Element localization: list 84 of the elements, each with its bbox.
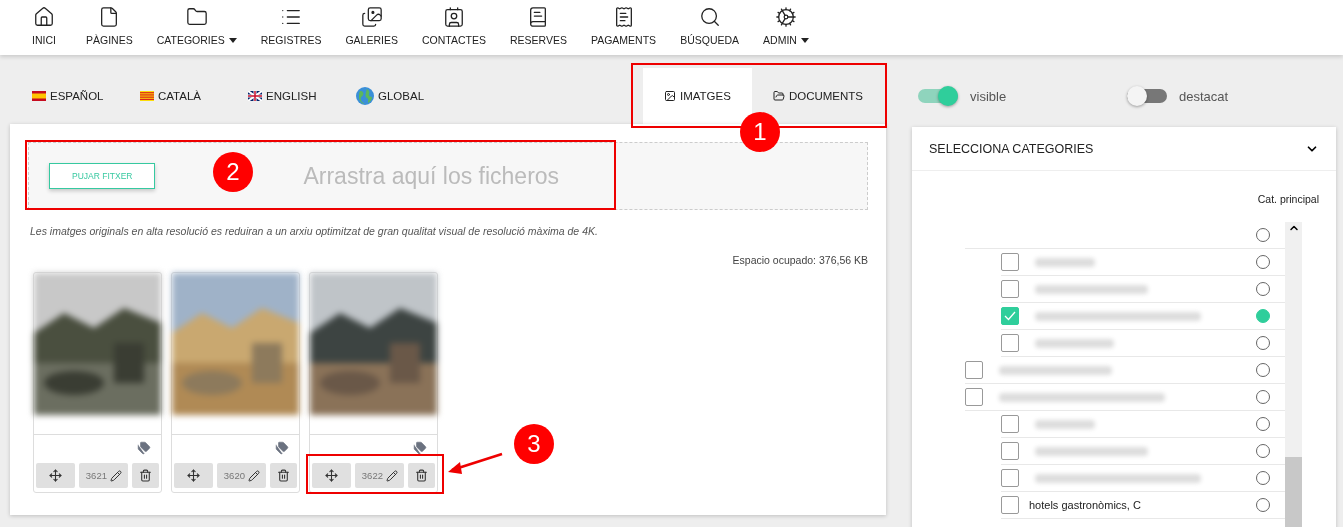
- folder-icon: [772, 90, 785, 102]
- main-category-radio[interactable]: [1256, 417, 1270, 431]
- nav-item[interactable]: GALERIES: [333, 6, 410, 46]
- column-header: Cat. principal: [1257, 193, 1319, 205]
- checkbox[interactable]: [965, 361, 983, 379]
- trash-icon: [139, 469, 153, 482]
- contact-card-icon: [442, 6, 465, 28]
- checkbox[interactable]: [1001, 253, 1019, 271]
- main-category-radio[interactable]: [1256, 498, 1270, 512]
- main-category-radio[interactable]: [1256, 390, 1270, 404]
- toggle-label: visible: [970, 88, 1007, 104]
- nav-item[interactable]: RESERVES: [497, 6, 579, 46]
- checkbox[interactable]: [1001, 334, 1019, 352]
- toggle-label: destacat: [1179, 88, 1229, 104]
- house-icon: [33, 6, 55, 28]
- move-button[interactable]: [312, 463, 352, 488]
- gears-icon: [775, 6, 797, 28]
- globe-icon: [356, 87, 374, 105]
- blurred-label: [1035, 257, 1095, 267]
- nav-item[interactable]: CONTACTES: [410, 6, 498, 46]
- images-icon: [360, 6, 383, 28]
- main-category-radio[interactable]: [1256, 309, 1270, 323]
- edit-button[interactable]: 3622: [355, 463, 405, 488]
- drop-hint: Arrastra aquí los ficheros: [303, 162, 560, 190]
- panel-title: SELECCIONA CATEGORIES: [929, 141, 1094, 156]
- checkbox[interactable]: [965, 388, 983, 406]
- checkbox[interactable]: [1001, 307, 1019, 325]
- delete-button[interactable]: [408, 463, 435, 488]
- trash-icon: [277, 469, 291, 482]
- checkbox[interactable]: [1001, 280, 1019, 298]
- language-link[interactable]: CATALÀ: [140, 90, 248, 102]
- move-icon: [49, 469, 63, 482]
- nav-item[interactable]: PAGAMENTS: [578, 6, 669, 46]
- catalan-flag-icon: [140, 91, 154, 101]
- scrollbar[interactable]: [1285, 222, 1302, 527]
- delete-button[interactable]: [270, 463, 297, 488]
- move-button[interactable]: [36, 463, 76, 488]
- main-category-radio[interactable]: [1256, 255, 1270, 269]
- move-icon: [187, 469, 201, 482]
- checkbox[interactable]: [1001, 415, 1019, 433]
- nav-item[interactable]: BÚSQUEDA: [668, 6, 752, 46]
- trash-icon: [415, 469, 429, 482]
- tags-icon[interactable]: [413, 441, 427, 455]
- search-icon: [698, 6, 721, 28]
- nav-item[interactable]: ADMIN: [751, 6, 821, 46]
- main-category-radio[interactable]: [1256, 363, 1270, 377]
- toggle-switch[interactable]: [1127, 89, 1167, 103]
- pencil-icon: [385, 469, 398, 482]
- move-button[interactable]: [174, 463, 214, 488]
- blurred-label: [1035, 419, 1095, 429]
- delete-button[interactable]: [132, 463, 159, 488]
- scroll-thumb[interactable]: [1285, 457, 1302, 527]
- uk-flag-icon: [248, 91, 262, 101]
- edit-button[interactable]: 3621: [79, 463, 129, 488]
- nav-item[interactable]: REGISTRES: [248, 6, 334, 46]
- checkbox[interactable]: [1001, 442, 1019, 460]
- resolution-note: Les imatges originals en alta resolució es reduiran a un arxiu optimitzat de gran qualitat visual de resolució màxima de 4K.: [30, 225, 599, 237]
- tags-icon[interactable]: [275, 441, 289, 455]
- language-link[interactable]: ENGLISH: [248, 90, 356, 102]
- nav-item[interactable]: PÀGINES: [74, 6, 145, 46]
- edit-button[interactable]: 3620: [217, 463, 267, 488]
- space-used: Espacio ocupado: 376,56 KB: [731, 254, 868, 266]
- nav-item[interactable]: CATEGORIES: [144, 6, 249, 46]
- checkbox[interactable]: [1001, 496, 1019, 514]
- move-icon: [325, 469, 339, 482]
- folder-icon: [185, 6, 208, 28]
- main-category-radio[interactable]: [1256, 228, 1270, 242]
- pencil-icon: [109, 469, 122, 482]
- language-link[interactable]: GLOBAL: [356, 87, 464, 105]
- main-category-radio[interactable]: [1256, 444, 1270, 458]
- main-category-radio[interactable]: [1256, 336, 1270, 350]
- checkbox[interactable]: [1001, 469, 1019, 487]
- media-tab[interactable]: IMATGES: [642, 68, 752, 124]
- tags-icon[interactable]: [137, 441, 151, 455]
- toggle-switch[interactable]: [918, 89, 958, 103]
- category-label: hotels gastronòmics, C: [1029, 499, 1141, 511]
- image-icon: [663, 90, 676, 102]
- main-category-radio[interactable]: [1256, 471, 1270, 485]
- language-link[interactable]: ESPAÑOL: [32, 90, 140, 102]
- main-category-radio[interactable]: [1256, 282, 1270, 296]
- arrow-icon: [446, 452, 504, 476]
- pencil-icon: [247, 469, 260, 482]
- spain-flag-icon: [32, 91, 46, 101]
- nav-item[interactable]: INICI: [14, 6, 74, 46]
